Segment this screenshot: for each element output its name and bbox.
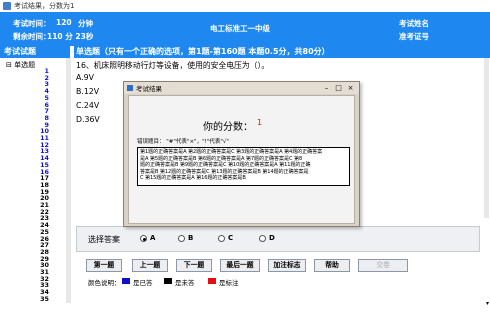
flag-question-button[interactable]: 加注标志 (268, 259, 306, 272)
option-d: D.36V (76, 115, 100, 124)
question-text: 16、机床照明移动行灯等设备，使用的安全电压为（）。 (76, 61, 270, 70)
tree-item-question[interactable]: 35 (40, 295, 49, 303)
legend-unanswered-label: 是未答 (175, 279, 195, 287)
dialog-title: 考试结果 (136, 85, 162, 93)
window-scroll-arrow-icon[interactable]: ▾ (486, 300, 490, 310)
exam-title: 电工标准工一中级 (210, 24, 270, 33)
help-button[interactable]: 帮助 (314, 259, 350, 272)
question-tree[interactable]: ⊟ 单选题 1 2 3 4 5 6 7 8 9 10 11 12 13 14 15 16 17 18 19 20 21 2… (0, 58, 70, 303)
legend-flagged-swatch (208, 278, 216, 284)
window-titlebar: 考试结果，分数为1 (0, 0, 490, 12)
sidebar-title: 考试试题 (0, 46, 70, 58)
answer-radio-c-label: C (228, 234, 234, 242)
result-line: 题的正确答案是B 第9题的正确答案是C 第10题的正确答案是A 第11题的正确 (140, 162, 311, 168)
answer-panel (76, 226, 480, 252)
legend-label: 颜色说明： (88, 279, 121, 287)
tree-root-label: 单选题 (14, 61, 36, 69)
last-question-button[interactable]: 最后一题 (220, 259, 260, 272)
tree-root-single-choice[interactable]: ⊟ 单选题 (6, 60, 35, 70)
wrong-answers-hint: 错误题目： "#"代表"×"，"!"代表"√" (137, 139, 229, 145)
result-line: 第1题的正确答案是A 第2题的正确答案是C 第3题的正确答案是A 第4题的正确答… (140, 149, 323, 155)
answer-radio-c[interactable] (218, 235, 225, 242)
dialog-titlebar: 考试结果 – □ × (124, 82, 359, 94)
remaining-time-value: 110 分 23秒 (47, 32, 94, 41)
legend-answered-label: 是已答 (133, 279, 153, 287)
legend-answered-swatch (122, 278, 130, 284)
exam-header: 考试时间： 120 分钟 剩余时间： 110 分 23秒 电工标准工一中级 考试… (0, 12, 490, 46)
result-line: C 第15题的正确答案是A 第16题的正确答案是B (140, 175, 246, 181)
answer-radio-b[interactable] (178, 235, 185, 242)
maximize-icon[interactable]: □ (334, 84, 343, 92)
app-icon (3, 2, 11, 10)
sidebar-scrollbar[interactable] (66, 58, 71, 303)
candidate-name-label: 考试姓名 (399, 19, 429, 28)
dialog-body: 你的分数： 1 错误题目： "#"代表"×"，"!"代表"√" 第1题的正确答案… (128, 95, 355, 224)
answer-radio-a[interactable] (140, 235, 147, 242)
first-question-button[interactable]: 第一题 (86, 259, 122, 272)
correct-answers-box[interactable]: 第1题的正确答案是A 第2题的正确答案是C 第3题的正确答案是A 第4题的正确答… (137, 147, 350, 186)
minimize-icon[interactable]: – (322, 84, 331, 92)
legend-flagged-label: 是标注 (219, 279, 239, 287)
score-label: 你的分数： (203, 122, 253, 133)
remaining-time-label: 剩余时间： (13, 32, 51, 41)
tree-expand-icon[interactable]: ⊟ (6, 61, 12, 69)
close-icon[interactable]: × (346, 84, 355, 92)
legend-unanswered-swatch (164, 278, 172, 284)
answer-label: 选择答案 (88, 235, 120, 244)
question-scrollbar[interactable] (484, 58, 489, 218)
exam-time-label: 考试时间： (13, 19, 51, 28)
dialog-app-icon (127, 85, 133, 91)
section-header: 单选题（只有一个正确的选项，第1题-第160题 本题0.5分，共80分） (74, 46, 490, 58)
exam-time-unit: 分钟 (78, 19, 93, 28)
candidate-id-label: 准考证号 (399, 32, 429, 41)
submit-exam-button[interactable]: 交卷 (358, 259, 408, 272)
answer-radio-d[interactable] (259, 235, 266, 242)
result-dialog: 考试结果 – □ × 你的分数： 1 错误题目： "#"代表"×"，"!"代表"… (123, 81, 360, 227)
answer-radio-b-label: B (188, 234, 194, 242)
option-c: C.24V (76, 101, 100, 110)
result-line: 答案是B 第12题的正确答案是C 第13题的正确答案是B 第14题的正确答案是 (140, 168, 309, 175)
next-question-button[interactable]: 下一题 (176, 259, 212, 272)
answer-radio-a-label: A (150, 234, 156, 242)
result-line: 是A 第5题的正确答案是B 第6题的正确答案是A 第7题的正确答案是C 第8 (140, 155, 303, 162)
score-value: 1 (257, 118, 263, 127)
option-a: A.9V (76, 73, 94, 82)
answer-radio-d-label: D (269, 234, 275, 242)
previous-question-button[interactable]: 上一题 (132, 259, 168, 272)
window-title: 考试结果，分数为1 (14, 2, 75, 10)
option-b: B.12V (76, 87, 100, 96)
exam-time-value: 120 (56, 18, 72, 27)
